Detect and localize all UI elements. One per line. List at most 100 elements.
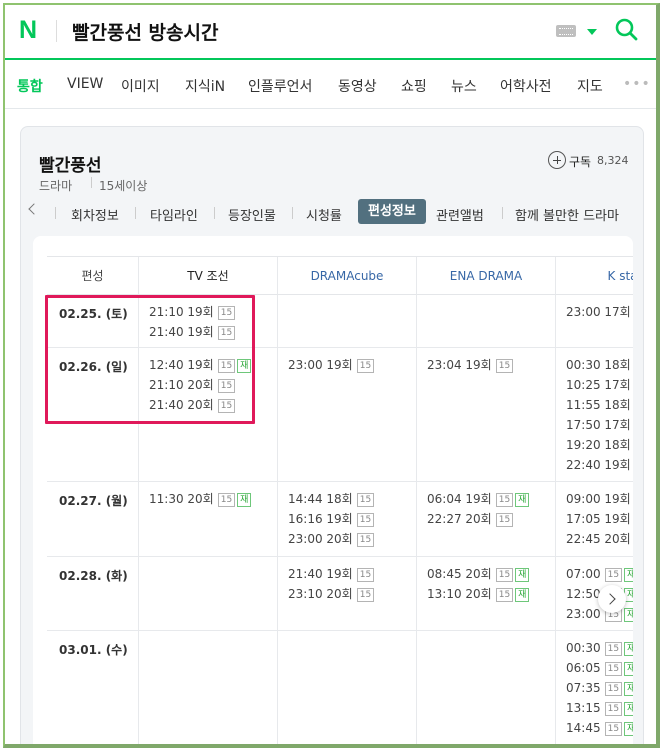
airtime-entry[interactable]: 07:3515재	[566, 680, 633, 696]
subscribe-button[interactable]: 구독	[569, 153, 591, 170]
airtime-entry[interactable]: 11:30 20회 15 재	[149, 491, 252, 507]
airtime-entry[interactable]: 06:04 19회 15 재	[427, 491, 530, 507]
airtime-entry[interactable]: 07:0015재	[566, 566, 633, 582]
airtime-entry[interactable]: 09:00 19회15	[566, 491, 633, 507]
airtime-entry[interactable]: 00:3015재	[566, 640, 633, 656]
nav-more-icon[interactable]: •••	[623, 76, 651, 92]
age-rating-badge: 15	[217, 399, 236, 413]
airtime-entry[interactable]: 00:30 18회15	[566, 357, 633, 373]
airtime-entry[interactable]: 08:45 20회 15 재	[427, 566, 530, 582]
airtime-entry[interactable]: 06:0515재	[566, 660, 633, 676]
nav-item-video[interactable]: 동영상	[338, 76, 377, 96]
nav-item-images[interactable]: 이미지	[121, 76, 160, 96]
age-rating-badge: 15	[356, 588, 375, 602]
airtime-entry[interactable]: 12:40 19회 15 재	[149, 357, 252, 373]
tab-albums[interactable]: 관련앨범	[436, 205, 484, 224]
subscribe-plus-icon[interactable]	[548, 151, 566, 169]
airtime-entry[interactable]: 23:10 20회 15	[288, 586, 375, 602]
nav-item-dictionary[interactable]: 어학사전	[500, 76, 552, 96]
airtime-entry[interactable]: 23:0015재	[566, 606, 633, 622]
tab-related-dramas[interactable]: 함께 볼만한 드라마	[515, 205, 619, 224]
date-cell: 02.27. (월)	[47, 482, 139, 556]
tab-timeline[interactable]: 타임라인	[150, 205, 198, 224]
airtime-entry[interactable]: 22:27 20회 15	[427, 511, 514, 527]
tab-ratings[interactable]: 시청률	[306, 205, 342, 224]
program-info-card: 빨간풍선 드라마 15세이상 구독 8,324 회차정보 타임라인 등장인물 시…	[20, 126, 644, 744]
search-query-text[interactable]: 빨간풍선 방송시간	[72, 18, 218, 45]
airtime-text: 00:30 18회	[566, 358, 631, 372]
airtime-text: 16:16 19회	[288, 512, 353, 526]
header-channel-dramacube[interactable]: DRAMAcube	[278, 257, 417, 295]
airtime-entry[interactable]: 17:50 17회15	[566, 417, 633, 433]
header-channel-tvchosun[interactable]: TV 조선	[139, 257, 278, 295]
airtime-entry[interactable]: 23:04 19회 15	[427, 357, 514, 373]
age-rating-badge: 15	[356, 493, 375, 507]
rerun-badge: 재	[515, 493, 530, 507]
age-rating-badge: 15	[356, 359, 375, 373]
airtime-entry[interactable]: 14:4515재	[566, 720, 633, 736]
airtime-entry[interactable]: 22:45 20회15	[566, 531, 633, 547]
airtime-text: 22:27 20회	[427, 512, 492, 526]
airtime-entry[interactable]: 16:16 19회 15	[288, 511, 375, 527]
channel-cell: 08:45 20회 15 재 13:10 20회 15 재	[417, 557, 556, 630]
airtime-entry[interactable]: 10:25 17회15	[566, 377, 633, 393]
airtime-entry[interactable]: 22:40 19회15	[566, 457, 633, 473]
tab-cast[interactable]: 등장인물	[228, 205, 276, 224]
channel-cell	[139, 557, 278, 630]
nav-item-all[interactable]: 통합	[17, 76, 43, 96]
tabs-prev-chevron-icon[interactable]	[28, 203, 40, 215]
dropdown-caret-icon[interactable]	[587, 29, 597, 35]
nav-item-news[interactable]: 뉴스	[451, 76, 477, 96]
nav-item-influencer[interactable]: 인플루언서	[248, 76, 312, 96]
airtime-entry[interactable]: 13:10 20회 15 재	[427, 586, 530, 602]
naver-logo[interactable]: N	[19, 18, 37, 43]
airtime-text: 22:40 19회	[566, 458, 631, 472]
nav-item-kin[interactable]: 지식iN	[185, 76, 225, 96]
tab-divider	[502, 207, 503, 219]
airtime-entry[interactable]: 21:40 19회 15	[149, 324, 236, 340]
airtime-entry[interactable]: 19:20 18회15	[566, 437, 633, 453]
search-icon[interactable]	[614, 17, 638, 41]
airtime-text: 23:04 19회	[427, 358, 492, 372]
header-channel-ena-drama[interactable]: ENA DRAMA	[417, 257, 556, 295]
airtime-text: 06:05	[566, 661, 601, 675]
airtime-entry[interactable]: 17:05 19회15	[566, 511, 633, 527]
channel-cell	[417, 631, 556, 744]
airtime-entry[interactable]: 11:55 18회15	[566, 397, 633, 413]
airtime-entry[interactable]: 14:44 18회 15	[288, 491, 375, 507]
airtime-entry[interactable]: 21:10 19회 15	[149, 304, 236, 320]
age-rating-badge: 15	[356, 568, 375, 582]
keyboard-icon[interactable]	[556, 25, 576, 37]
nav-item-shopping[interactable]: 쇼핑	[401, 76, 427, 96]
age-rating-badge: 15	[495, 513, 514, 527]
header-channel-kstar[interactable]: K star	[556, 257, 633, 295]
rerun-badge: 재	[624, 608, 633, 622]
tab-schedule[interactable]: 편성정보	[358, 199, 426, 224]
airtime-entry[interactable]: 23:00 17회15	[566, 304, 633, 320]
airtime-entry[interactable]: 23:00 19회 15	[288, 357, 375, 373]
age-rating-badge: 15	[604, 702, 623, 716]
airtime-text: 13:15	[566, 701, 601, 715]
airtime-text: 23:00 17회	[566, 305, 631, 319]
channel-cell: 11:30 20회 15 재	[139, 482, 278, 556]
age-rating-badge: 15	[495, 588, 514, 602]
schedule-row: 02.27. (월) 11:30 20회 15 재 14:44 18회 15 16:16 1…	[47, 482, 633, 557]
tab-episodes[interactable]: 회차정보	[71, 205, 119, 224]
airtime-text: 22:45 20회	[566, 532, 631, 546]
nav-item-map[interactable]: 지도	[577, 76, 603, 96]
airtime-text: 21:10 20회	[149, 378, 214, 392]
airtime-entry[interactable]: 21:40 19회 15	[288, 566, 375, 582]
age-rating-badge: 15	[356, 533, 375, 547]
airtime-entry[interactable]: 21:40 20회 15	[149, 397, 236, 413]
airtime-entry[interactable]: 21:10 20회 15	[149, 377, 236, 393]
scroll-next-chevron-icon[interactable]	[598, 585, 626, 613]
airtime-text: 14:44 18회	[288, 492, 353, 506]
airtime-entry[interactable]: 23:00 20회 15	[288, 531, 375, 547]
nav-item-view[interactable]: VIEW	[67, 76, 103, 92]
subscriber-count: 8,324	[597, 154, 629, 167]
airtime-entry[interactable]: 13:1515재	[566, 700, 633, 716]
program-title[interactable]: 빨간풍선	[39, 151, 102, 176]
airtime-text: 07:35	[566, 681, 601, 695]
airtime-text: 06:04 19회	[427, 492, 492, 506]
channel-cell: 21:10 19회 15 21:40 19회 15	[139, 295, 278, 347]
